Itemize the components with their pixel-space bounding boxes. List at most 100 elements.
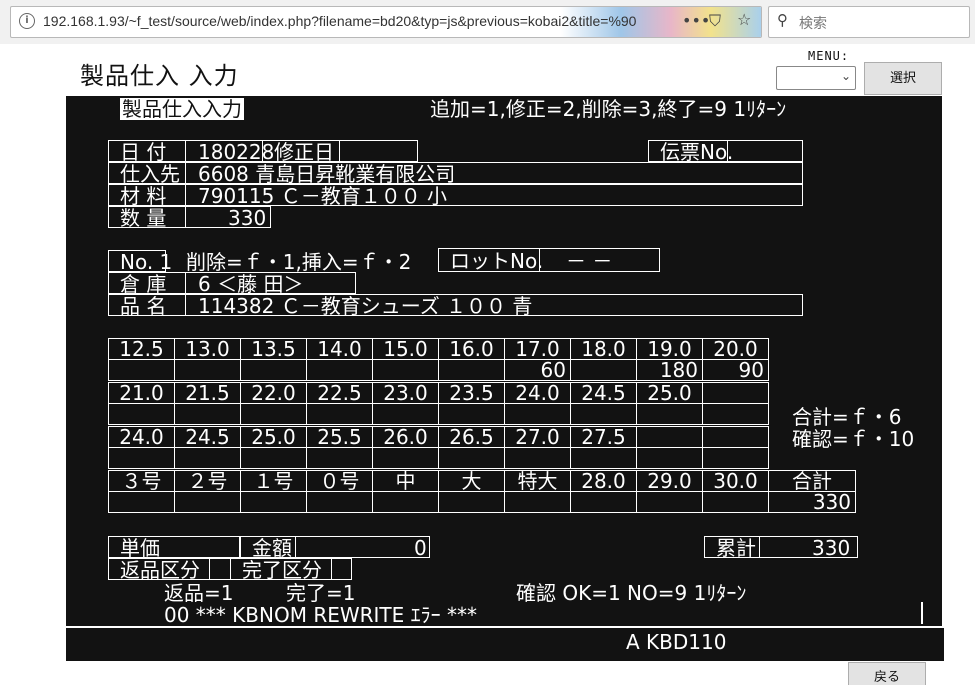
size-header-cell — [636, 426, 703, 448]
return-label: 返品区分 — [120, 558, 200, 582]
qty-field[interactable]: 330 — [228, 207, 266, 229]
size-header-cell — [702, 426, 769, 448]
status-text: A KBD110 — [626, 630, 727, 654]
size-qty-cell[interactable] — [702, 491, 769, 513]
size-qty-cell[interactable] — [570, 403, 637, 425]
more-actions-icon[interactable]: ••• — [682, 11, 710, 30]
size-qty-cell[interactable] — [174, 359, 241, 381]
search-icon: ⚲ — [777, 11, 788, 29]
size-qty-cell[interactable] — [438, 447, 505, 469]
menu-select[interactable]: ⌄ — [776, 66, 856, 90]
size-qty-cell[interactable] — [570, 491, 637, 513]
size-header-cell: 26.0 — [372, 426, 439, 448]
date-field[interactable]: 180228 — [198, 141, 274, 163]
page-title: 製品仕入 入力 — [80, 62, 239, 90]
header-hint: 追加=1,修正=2,削除=3,終了=9 1ﾘﾀｰﾝ — [430, 97, 787, 121]
size-qty-cell[interactable] — [504, 403, 571, 425]
date-label: 日 付 — [120, 140, 167, 164]
size-qty-cell[interactable] — [570, 359, 637, 381]
size-qty-cell[interactable] — [306, 447, 373, 469]
size-header-cell: 27.0 — [504, 426, 571, 448]
size-qty-cell[interactable] — [372, 447, 439, 469]
lot-field[interactable]: － － — [566, 250, 612, 272]
size-qty-cell[interactable] — [240, 359, 307, 381]
size-header-cell: 13.5 — [240, 338, 307, 360]
size-qty-cell[interactable] — [108, 491, 175, 513]
size-qty-cell[interactable] — [504, 447, 571, 469]
size-qty-cell[interactable] — [702, 447, 769, 469]
size-qty-cell[interactable] — [372, 403, 439, 425]
amount-field[interactable]: 0 — [414, 537, 427, 559]
size-qty-cell[interactable] — [570, 447, 637, 469]
size-qty-cell[interactable] — [108, 359, 175, 381]
size-qty-cell[interactable] — [438, 403, 505, 425]
size-qty-cell[interactable] — [438, 359, 505, 381]
size-header-cell: 20.0 — [702, 338, 769, 360]
size-header-cell: 24.0 — [504, 382, 571, 404]
select-button[interactable]: 選択 — [864, 62, 942, 95]
size-header-cell: 13.0 — [174, 338, 241, 360]
size-header-cell: 21.5 — [174, 382, 241, 404]
product-field[interactable]: 114382 Ｃ－教育シューズ １００ 青 — [198, 295, 532, 317]
size-qty-cell[interactable] — [174, 447, 241, 469]
size-qty-cell[interactable] — [504, 491, 571, 513]
size-qty-cell[interactable] — [306, 359, 373, 381]
row-hint: 削除=ｆ・1,挿入=ｆ・2 — [186, 250, 412, 274]
size-header-cell: 22.0 — [240, 382, 307, 404]
size-qty-cell[interactable] — [372, 359, 439, 381]
warehouse-field[interactable]: 6 ＜藤 田＞ — [198, 273, 303, 295]
terminal-screen[interactable]: 製品仕入入力 追加=1,修正=2,削除=3,終了=9 1ﾘﾀｰﾝ 日 付 180… — [66, 96, 942, 626]
material-label: 材 料 — [120, 184, 167, 208]
size-qty-cell[interactable] — [306, 403, 373, 425]
size-header-cell: ０号 — [306, 470, 373, 492]
amount-label: 金額 — [252, 536, 292, 560]
size-qty-cell[interactable] — [372, 491, 439, 513]
size-header-cell: ３号 — [108, 470, 175, 492]
cumulative-field[interactable]: 330 — [812, 537, 850, 559]
url-text[interactable]: 192.168.1.93/~f_test/source/web/index.ph… — [43, 13, 636, 29]
size-qty-cell[interactable] — [702, 403, 769, 425]
text-cursor — [921, 602, 923, 624]
material-field[interactable]: 790115 Ｃ－教育１００ 小 — [198, 185, 447, 207]
size-header-cell: 25.0 — [636, 382, 703, 404]
product-label: 品 名 — [120, 294, 167, 318]
search-placeholder[interactable]: 検索 — [799, 13, 827, 33]
search-box[interactable]: ⚲ 検索 — [768, 6, 970, 38]
size-qty-cell[interactable] — [636, 403, 703, 425]
size-header-cell: 17.0 — [504, 338, 571, 360]
size-qty-cell[interactable]: 330 — [768, 491, 856, 513]
size-qty-cell[interactable] — [174, 491, 241, 513]
address-bar[interactable]: i 192.168.1.93/~f_test/source/web/index.… — [10, 6, 762, 38]
size-qty-cell[interactable] — [240, 403, 307, 425]
bookmark-star-icon[interactable]: ☆ — [737, 10, 751, 29]
size-header-cell: 22.5 — [306, 382, 373, 404]
size-qty-cell[interactable] — [174, 403, 241, 425]
size-header-cell: 30.0 — [702, 470, 769, 492]
size-qty-cell[interactable] — [636, 491, 703, 513]
size-qty-cell[interactable] — [240, 447, 307, 469]
back-button[interactable]: 戻る — [848, 662, 926, 685]
pocket-icon[interactable]: ⛉ — [709, 11, 721, 31]
size-qty-cell[interactable] — [438, 491, 505, 513]
info-icon[interactable]: i — [19, 13, 35, 29]
size-header-cell: 合計 — [768, 470, 856, 492]
status-bar: A KBD110 — [66, 628, 944, 661]
size-qty-cell[interactable] — [108, 447, 175, 469]
size-qty-cell[interactable] — [240, 491, 307, 513]
browser-toolbar: i 192.168.1.93/~f_test/source/web/index.… — [0, 0, 975, 44]
size-header-cell: 23.5 — [438, 382, 505, 404]
confirm-hint: 確認=ｆ・10 — [792, 427, 915, 451]
size-header-cell: 18.0 — [570, 338, 637, 360]
size-qty-cell[interactable]: 180 — [636, 359, 703, 381]
size-header-cell: １号 — [240, 470, 307, 492]
return-hint: 返品=1 — [164, 581, 234, 605]
size-qty-cell[interactable]: 90 — [702, 359, 769, 381]
size-header-cell: 24.0 — [108, 426, 175, 448]
size-qty-cell[interactable] — [306, 491, 373, 513]
size-header-cell: 16.0 — [438, 338, 505, 360]
size-qty-cell[interactable] — [108, 403, 175, 425]
supplier-field[interactable]: 6608 青島日昇靴業有限公司 — [198, 163, 455, 185]
size-qty-cell[interactable] — [636, 447, 703, 469]
size-header-cell: 24.5 — [570, 382, 637, 404]
size-qty-cell[interactable]: 60 — [504, 359, 571, 381]
